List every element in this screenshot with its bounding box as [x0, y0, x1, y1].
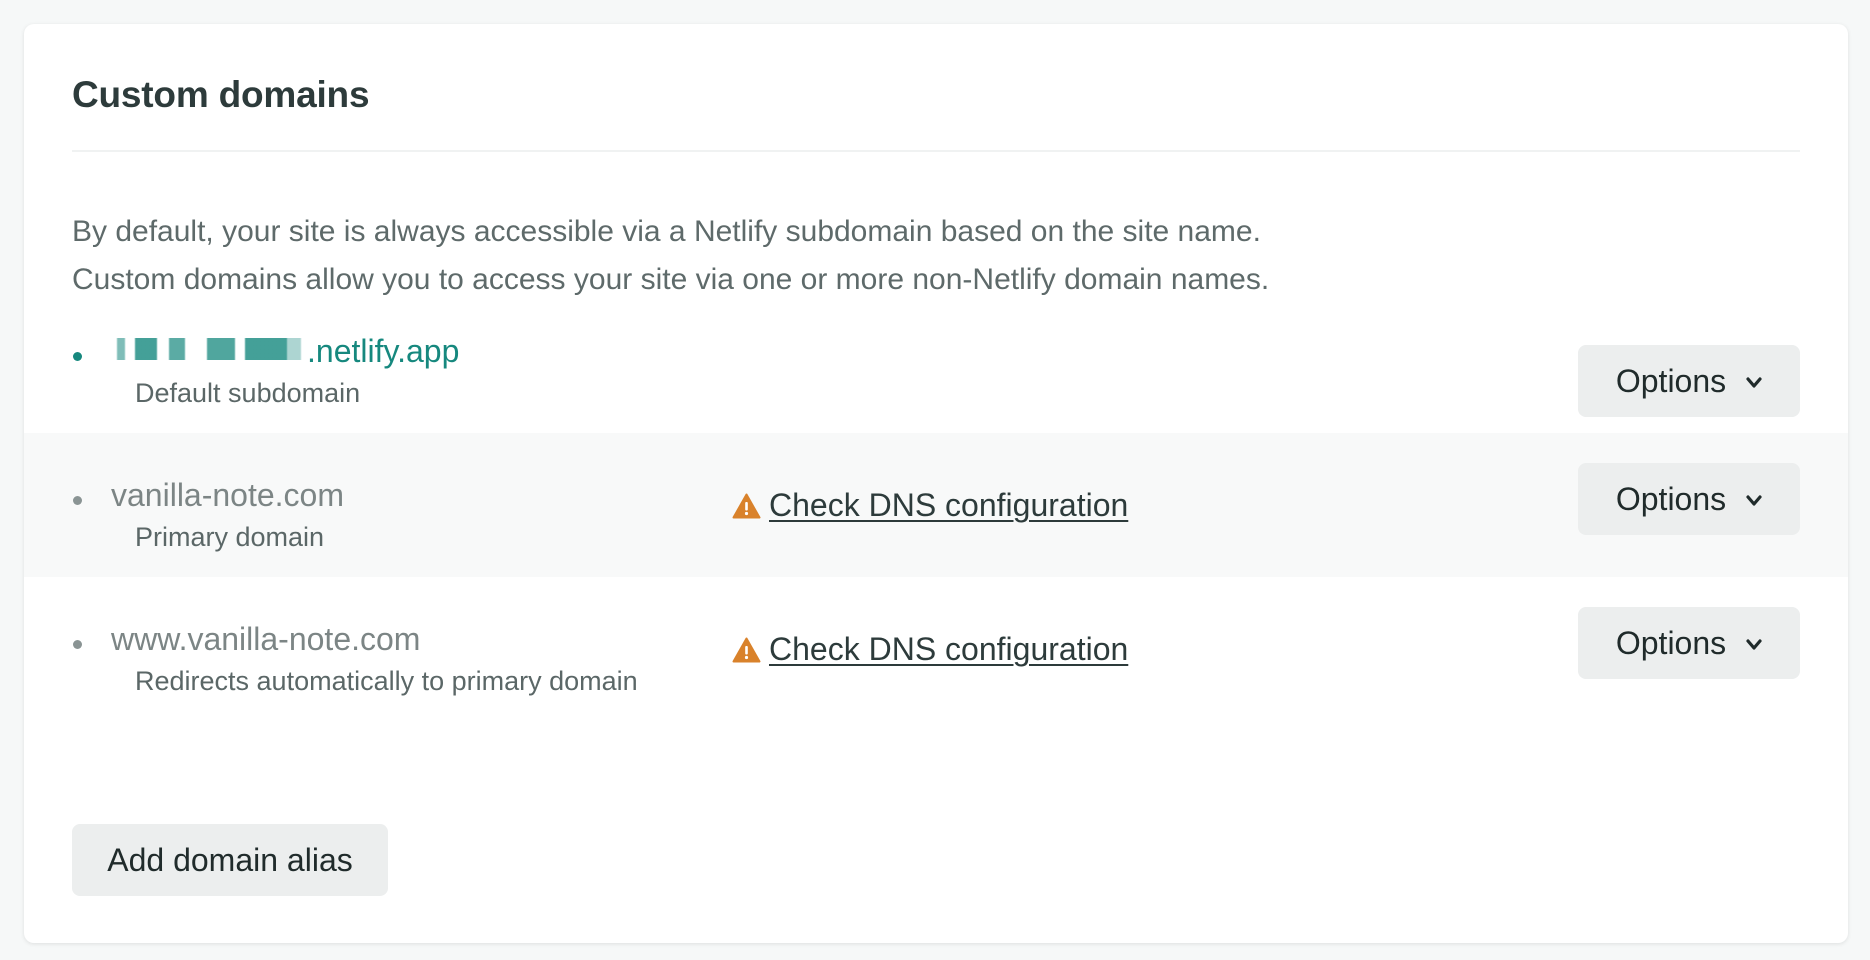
- bullet: [73, 352, 82, 361]
- options-button-primary-domain[interactable]: Options: [1578, 463, 1800, 535]
- check-dns-link[interactable]: Check DNS configuration: [732, 487, 1128, 524]
- description-line-1: By default, your site is always accessib…: [72, 215, 1261, 248]
- check-dns-label: Check DNS configuration: [769, 631, 1129, 667]
- options-label: Options: [1615, 362, 1727, 399]
- domain-name: vanilla-note.com: [111, 477, 344, 513]
- options-button-www-alias[interactable]: Options: [1578, 607, 1800, 679]
- domain-row-primary: vanilla-note.com Primary domain Check DN…: [24, 433, 1848, 577]
- options-button-default-subdomain[interactable]: Options: [1578, 345, 1800, 417]
- options-label: Options: [1615, 624, 1727, 661]
- bullet: [73, 640, 82, 649]
- redacted-site-name: [111, 334, 307, 368]
- warning-triangle-icon: [732, 493, 761, 518]
- domain-row-www-alias: www.vanilla-note.com Redirects automatic…: [24, 577, 1848, 721]
- warning-triangle-icon: [732, 637, 761, 662]
- domain-suffix: .netlify.app: [307, 333, 460, 369]
- options-label: Options: [1615, 480, 1727, 517]
- chevron-down-icon: [1746, 494, 1762, 506]
- bullet: [73, 496, 82, 505]
- domain-name: www.vanilla-note.com: [111, 621, 421, 657]
- title-divider: [72, 150, 1800, 152]
- domain-row-default-subdomain: .netlify.app Default subdomain Options: [24, 289, 1848, 433]
- card-title: Custom domains: [72, 74, 370, 115]
- chevron-down-icon: [1746, 376, 1762, 388]
- check-dns-link[interactable]: Check DNS configuration: [732, 631, 1128, 668]
- check-dns-label: Check DNS configuration: [769, 487, 1129, 523]
- custom-domains-card: Custom domains By default, your site is …: [24, 24, 1848, 943]
- domain-subtitle: Primary domain: [135, 522, 325, 552]
- domain-subtitle: Default subdomain: [135, 378, 361, 408]
- default-subdomain-link[interactable]: .netlify.app: [111, 333, 459, 370]
- domain-subtitle: Redirects automatically to primary domai…: [135, 666, 638, 696]
- chevron-down-icon: [1746, 638, 1762, 650]
- add-domain-alias-button[interactable]: Add domain alias: [72, 824, 388, 896]
